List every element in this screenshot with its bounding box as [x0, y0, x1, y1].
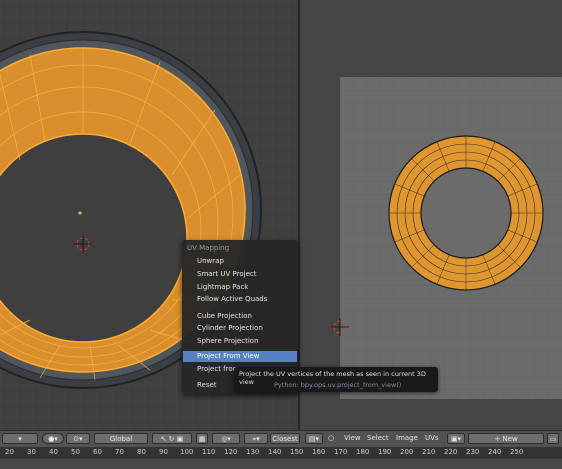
timeline-tick: 160	[312, 448, 326, 456]
timeline-tick: 250	[510, 448, 524, 456]
layers-button[interactable]: ▦	[196, 433, 208, 444]
timeline-tick: 140	[268, 448, 282, 456]
menu-image[interactable]: Image	[396, 434, 418, 442]
timeline-ruler[interactable]: 20 30 40 50 60 70 80 90 100 110 120 130 …	[0, 447, 562, 459]
snap-element-dropdown[interactable]: ⌖▾	[244, 433, 268, 444]
timeline-tick: 170	[334, 448, 348, 456]
timeline-tick: 190	[378, 448, 392, 456]
uv-canvas[interactable]	[300, 0, 562, 430]
open-image-button[interactable]: ▭	[547, 433, 559, 444]
timeline-tick: 20	[5, 448, 14, 456]
timeline-footer	[0, 459, 562, 469]
snap-target-dropdown[interactable]: Closest	[270, 433, 300, 444]
uv-island-ring	[388, 135, 544, 291]
timeline-tick: 60	[93, 448, 102, 456]
timeline-tick: 220	[444, 448, 458, 456]
pivot-icon: ⊙▾	[73, 435, 83, 443]
folder-icon: ▭	[549, 435, 557, 443]
2d-cursor-icon[interactable]	[331, 318, 349, 336]
timeline-tick: 100	[180, 448, 194, 456]
collapse-menu-toggle[interactable]: ○	[328, 434, 334, 442]
menu-item-unwrap[interactable]: Unwrap	[183, 256, 297, 267]
timeline-tick: 90	[159, 448, 168, 456]
timeline-tick: 120	[224, 448, 238, 456]
new-image-button[interactable]: + New	[468, 433, 544, 444]
object-origin	[78, 211, 82, 215]
menu-view[interactable]: View	[344, 434, 361, 442]
menu-item-smart-uv-project[interactable]: Smart UV Project	[183, 269, 297, 280]
menu-uvs[interactable]: UVs	[425, 434, 439, 442]
image-browse-dropdown[interactable]: ▣▾	[447, 433, 465, 444]
uv-editor-icon: ▤▾	[308, 435, 320, 443]
editor-type-dropdown[interactable]: ▤▾	[305, 433, 323, 444]
proportional-edit-dropdown[interactable]: ◎▾	[212, 433, 240, 444]
timeline-tick: 70	[115, 448, 124, 456]
timeline-tick: 130	[246, 448, 260, 456]
timeline-tick: 50	[71, 448, 80, 456]
menu-item-cylinder-projection[interactable]: Cylinder Projection	[183, 323, 297, 334]
timeline-tick: 30	[27, 448, 36, 456]
uv-mapping-menu-title: UV Mapping	[187, 244, 230, 252]
editor-header: ▾ ●▾ ⊙▾ Global ↖ ↻ ▣ ▦ ◎▾ ⌖▾ Closest ▤▾ …	[0, 430, 562, 447]
transform-orientation-dropdown[interactable]: Global	[94, 433, 148, 444]
layers-icon: ▦	[198, 435, 206, 443]
menu-select[interactable]: Select	[367, 434, 389, 442]
image-icon: ▣▾	[450, 435, 462, 443]
magnet-icon: ⌖▾	[252, 435, 260, 443]
mode-dropdown[interactable]: ▾	[2, 433, 38, 444]
viewport-shading-button[interactable]: ●▾	[42, 433, 64, 444]
tooltip-python: Python: bpy.ops.uv.project_from_view()	[274, 381, 402, 389]
timeline-tick: 180	[356, 448, 370, 456]
solid-sphere-icon: ●▾	[48, 435, 58, 443]
tooltip: Project the UV vertices of the mesh as s…	[234, 367, 438, 392]
timeline-tick: 240	[488, 448, 502, 456]
timeline-tick: 110	[202, 448, 216, 456]
timeline-tick: 230	[466, 448, 480, 456]
proportional-icon: ◎▾	[221, 435, 231, 443]
timeline-tick: 200	[400, 448, 414, 456]
manipulator-buttons[interactable]: ↖ ↻ ▣	[152, 433, 192, 444]
timeline-tick: 40	[49, 448, 58, 456]
menu-item-cube-projection[interactable]: Cube Projection	[183, 311, 297, 322]
pivot-point-dropdown[interactable]: ⊙▾	[66, 433, 90, 444]
timeline-tick: 80	[137, 448, 146, 456]
uv-editor[interactable]	[300, 0, 562, 430]
menu-item-lightmap-pack[interactable]: Lightmap Pack	[183, 282, 297, 293]
menu-item-sphere-projection[interactable]: Sphere Projection	[183, 336, 297, 347]
timeline-tick: 210	[422, 448, 436, 456]
menu-item-follow-active-quads[interactable]: Follow Active Quads	[183, 294, 297, 305]
manipulator-icon: ↖ ↻ ▣	[160, 435, 184, 443]
timeline-tick: 150	[290, 448, 304, 456]
menu-item-project-from-view[interactable]: Project From View	[183, 351, 297, 362]
